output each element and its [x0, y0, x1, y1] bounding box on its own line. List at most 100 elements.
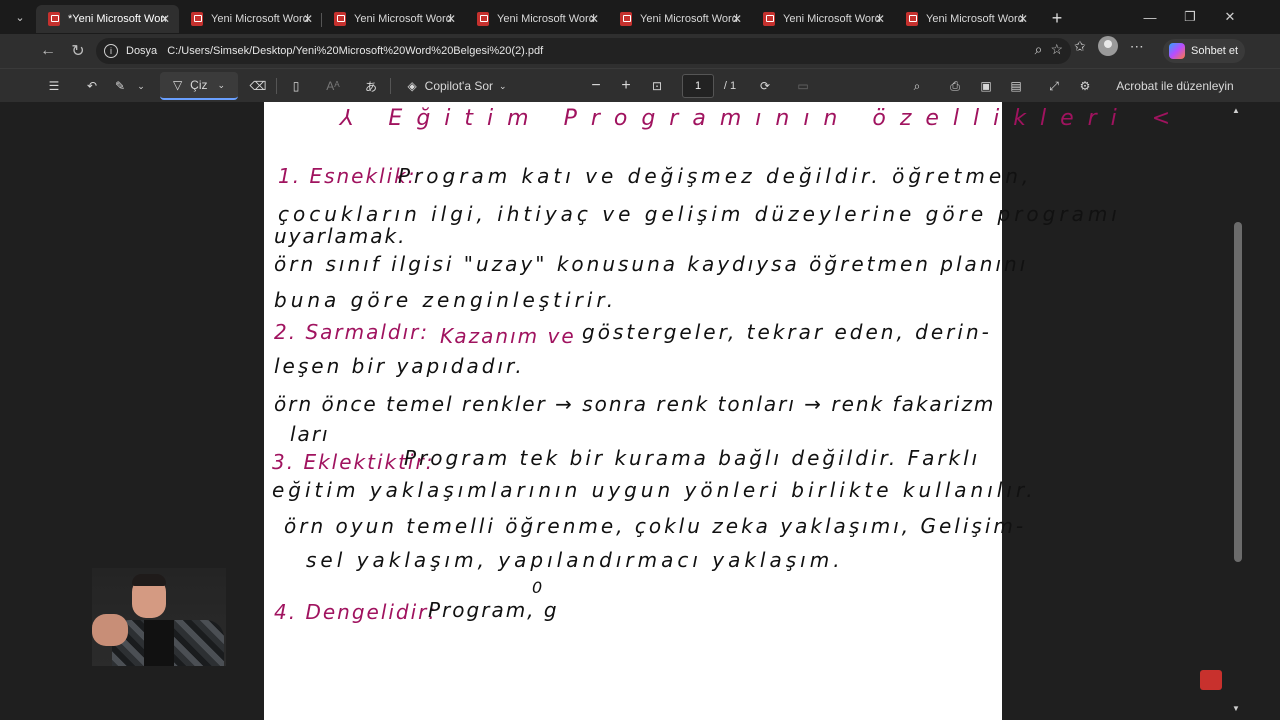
scroll-down-icon[interactable]: ▼: [1232, 704, 1240, 713]
highlight-icon[interactable]: ✎: [110, 69, 130, 103]
pdf-icon: [906, 12, 918, 26]
pdf-icon: [620, 12, 632, 26]
line: örn oyun temelli öğrenme, çoklu zeka yak…: [284, 514, 1027, 538]
pdf-icon: [763, 12, 775, 26]
close-icon[interactable]: ✕: [732, 12, 742, 26]
undo-icon[interactable]: ↶: [82, 69, 102, 103]
close-icon[interactable]: ✕: [589, 12, 599, 26]
page-view-icon[interactable]: ▭: [792, 69, 814, 103]
draw-icon: ▽: [172, 78, 183, 92]
tab-title: Yeni Microsoft Word: [497, 13, 595, 25]
tab-title: *Yeni Microsoft Word: [68, 13, 166, 25]
copilot-ask-label: Copilot'a Sor: [424, 79, 493, 93]
url-text[interactable]: C:/Users/Simsek/Desktop/Yeni%20Microsoft…: [167, 45, 543, 57]
pdf-icon: [334, 12, 346, 26]
save-icon[interactable]: ▣: [975, 69, 997, 103]
refresh-icon[interactable]: ↻: [63, 36, 93, 66]
back-icon[interactable]: ←: [33, 36, 63, 66]
line: Program katı ve değişmez değildir. öğret…: [398, 164, 1033, 188]
tab-0[interactable]: *Yeni Microsoft Word ✕: [36, 5, 179, 33]
line: eğitim yaklaşımlarının uygun yönleri bir…: [272, 478, 1037, 502]
pdf-page[interactable]: ⅄ Eğitim Programının özellikleri < 1. Es…: [264, 102, 1170, 720]
chevron-down-icon[interactable]: ⌄: [134, 69, 148, 103]
favorite-star-icon[interactable]: ☆: [1050, 41, 1063, 58]
tab-title: Yeni Microsoft Word: [926, 13, 1024, 25]
rotate-icon[interactable]: ⟳: [754, 69, 776, 103]
copilot-icon: ◈: [407, 79, 417, 93]
save-as-icon[interactable]: ▤: [1005, 69, 1027, 103]
line: ları: [290, 422, 330, 446]
close-icon[interactable]: ✕: [446, 12, 456, 26]
page-number-input[interactable]: 1: [682, 74, 714, 98]
address-bar[interactable]: i Dosya C:/Users/Simsek/Desktop/Yeni%20M…: [96, 38, 1071, 64]
acrobat-edit-link[interactable]: Acrobat ile düzenleyin: [1110, 69, 1240, 103]
settings-icon[interactable]: ⚙: [1074, 69, 1096, 103]
webcam-overlay: [92, 568, 226, 666]
zoom-icon[interactable]: ⌕: [1035, 41, 1043, 58]
acrobat-icon[interactable]: [1200, 670, 1222, 690]
pdf-icon: [191, 12, 203, 26]
presenter-hair: [132, 574, 166, 586]
heading-esneklik: 1. Esneklik:: [278, 164, 417, 188]
draw-label: Çiz: [190, 78, 208, 92]
draw-button[interactable]: ▽ Çiz ⌄: [160, 72, 238, 100]
minimize-icon[interactable]: —: [1130, 0, 1170, 34]
heading-sarmaldir: 2. Sarmaldır:: [274, 320, 430, 344]
close-icon[interactable]: ✕: [875, 12, 885, 26]
favorites-icon[interactable]: ✩: [1074, 38, 1086, 55]
print-icon[interactable]: ⎙: [944, 69, 966, 103]
line: örn sınıf ilgisi "uzay" konusuna kaydıys…: [274, 252, 1029, 276]
chevron-down-icon: ⌄: [499, 80, 507, 91]
search-icon[interactable]: ⌕: [906, 69, 928, 103]
contents-icon[interactable]: ☰: [44, 69, 64, 103]
pdf-toolbar: ☰ ↶ ✎ ⌄ ▽ Çiz ⌄ ⌫ ▯ Aᴬ あ ◈ Copilot'a Sor…: [0, 68, 1280, 102]
tab-1[interactable]: Yeni Microsoft Word ✕: [179, 5, 322, 33]
new-tab-button[interactable]: +: [1043, 4, 1071, 32]
line: Program, g: [428, 598, 559, 622]
close-icon[interactable]: ✕: [1018, 12, 1028, 26]
handwritten-title: ⅄ Eğitim Programının özellikleri <: [340, 106, 1185, 131]
chevron-down-icon: ⌄: [217, 79, 226, 90]
page-total: / 1: [723, 80, 737, 92]
tab-6[interactable]: Yeni Microsoft Word ✕: [894, 5, 1037, 33]
line: buna göre zenginleştirir.: [274, 288, 618, 312]
tab-title: Yeni Microsoft Word: [783, 13, 881, 25]
line: 0: [532, 578, 545, 597]
scrollbar[interactable]: [1234, 222, 1242, 562]
text-view-icon[interactable]: ▯: [286, 69, 306, 103]
info-icon[interactable]: i: [104, 44, 118, 58]
tab-5[interactable]: Yeni Microsoft Word ✕: [751, 5, 894, 33]
eraser-icon[interactable]: ⌫: [248, 69, 268, 103]
tab-actions-menu[interactable]: ⌄: [4, 0, 36, 34]
fullscreen-icon[interactable]: ⤢: [1043, 69, 1065, 103]
tab-strip: ⌄ *Yeni Microsoft Word ✕ Yeni Microsoft …: [0, 0, 1280, 34]
zoom-in-icon[interactable]: +: [616, 69, 636, 103]
heading-dengelidir: 4. Dengelidir:: [274, 600, 438, 624]
tab-2[interactable]: Yeni Microsoft Word ✕: [322, 5, 465, 33]
chat-button[interactable]: Sohbet et: [1163, 39, 1245, 63]
tab-4[interactable]: Yeni Microsoft Word ✕: [608, 5, 751, 33]
translate-icon[interactable]: あ: [360, 69, 382, 103]
tab-title: Yeni Microsoft Word: [640, 13, 738, 25]
line: leşen bir yapıdadır.: [274, 354, 525, 378]
text-size-icon[interactable]: Aᴬ: [323, 69, 343, 103]
close-icon[interactable]: ✕: [160, 12, 170, 26]
copilot-ask-button[interactable]: ◈ Copilot'a Sor ⌄: [402, 69, 512, 103]
maximize-icon[interactable]: ❐: [1170, 0, 1210, 34]
line: göstergeler, tekrar eden, derin-: [582, 320, 992, 344]
pdf-icon: [48, 12, 60, 26]
tab-title: Yeni Microsoft Word: [354, 13, 452, 25]
line: uyarlamak.: [274, 224, 407, 248]
more-icon[interactable]: ⋯: [1130, 38, 1144, 55]
chat-label: Sohbet et: [1191, 45, 1239, 57]
fit-page-icon[interactable]: ⊡: [646, 69, 668, 103]
window-close-icon[interactable]: ✕: [1210, 0, 1250, 34]
zoom-out-icon[interactable]: −: [586, 69, 606, 103]
avatar[interactable]: [1097, 36, 1118, 56]
line: sel yaklaşım, yapılandırmacı yaklaşım.: [306, 548, 844, 572]
tab-3[interactable]: Yeni Microsoft Word ✕: [465, 5, 608, 33]
pdf-icon: [477, 12, 489, 26]
close-icon[interactable]: ✕: [303, 12, 313, 26]
address-bar-row: ← ↻ i Dosya C:/Users/Simsek/Desktop/Yeni…: [0, 34, 1280, 68]
scroll-up-icon[interactable]: ▲: [1232, 106, 1240, 115]
